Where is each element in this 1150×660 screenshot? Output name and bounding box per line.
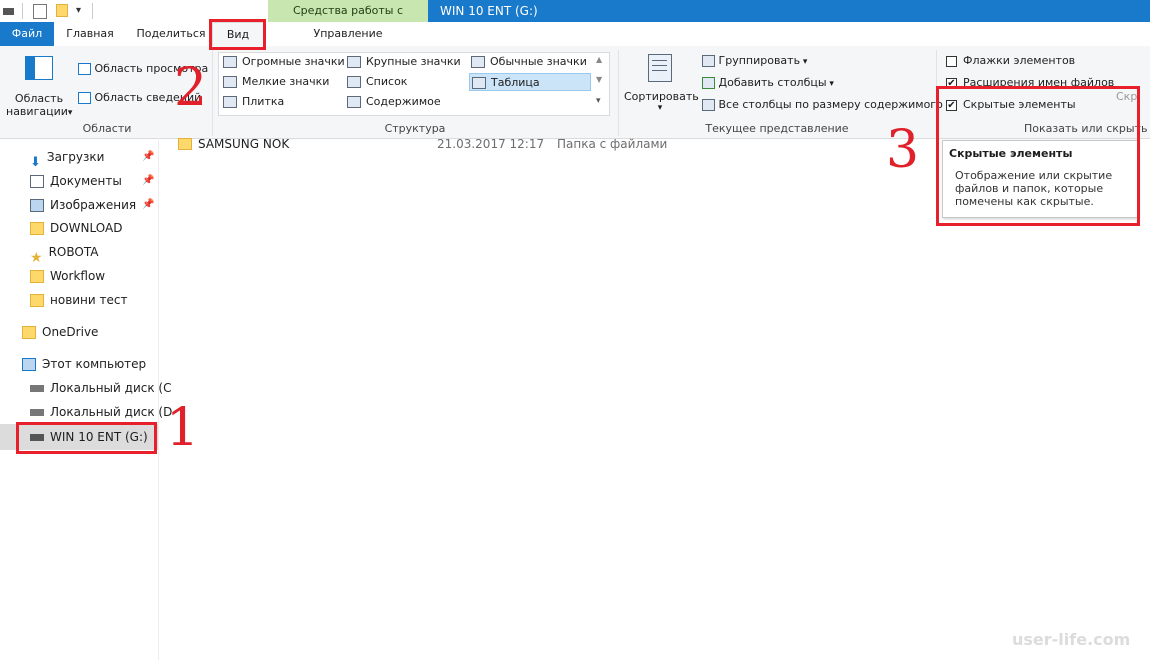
layout-extra-large-icons[interactable]: Огромные значки xyxy=(223,53,345,71)
large-icons-icon xyxy=(347,56,361,68)
chevron-down-icon: ▾ xyxy=(800,57,808,67)
layout-tiles[interactable]: Плитка xyxy=(223,93,284,111)
annotation-number-2: 2 xyxy=(174,58,208,118)
sort-by-label: Сортировать xyxy=(624,90,699,103)
details-pane-icon xyxy=(78,92,91,104)
pin-icon: 📌 xyxy=(142,175,155,186)
pin-icon: 📌 xyxy=(142,199,155,210)
table-row[interactable]: SAMSUNG NOK 21.03.2017 12:17 Папка с фай… xyxy=(178,135,738,153)
group-divider xyxy=(618,50,619,136)
small-icons-icon xyxy=(223,76,237,88)
extra-large-icons-icon xyxy=(223,56,237,68)
layout-content[interactable]: Содержимое xyxy=(347,93,441,111)
nav-item-documents[interactable]: Документы 📌 xyxy=(30,169,158,193)
file-type: Папка с файлами xyxy=(557,137,668,151)
context-tab-header: Средства работы с дисками xyxy=(268,0,428,39)
annotation-number-3: 3 xyxy=(886,120,920,180)
layout-large-icons[interactable]: Крупные значки xyxy=(347,53,461,71)
star-icon: ★ xyxy=(30,250,43,266)
gallery-expand-icon[interactable]: ▾ xyxy=(596,96,601,106)
window-title: WIN 10 ENT (G:) xyxy=(440,4,538,18)
navigation-pane-label-line2: навигации▾ xyxy=(6,105,73,118)
chevron-down-icon: ▾ xyxy=(826,79,834,89)
folder-icon xyxy=(22,326,36,339)
properties-icon[interactable] xyxy=(33,4,47,19)
divider xyxy=(22,3,23,19)
tab-manage[interactable]: Управление xyxy=(268,22,428,46)
group-label-current-view: Текущее представление xyxy=(705,122,849,135)
file-name: SAMSUNG NOK xyxy=(198,137,290,151)
layout-list[interactable]: Список xyxy=(347,73,407,91)
download-icon: ⬇ xyxy=(30,155,41,170)
add-columns-button[interactable]: Добавить столбцы ▾ xyxy=(702,76,834,89)
medium-icons-icon xyxy=(471,56,485,68)
chevron-down-icon[interactable]: ▾ xyxy=(76,5,81,16)
navigation-pane-label-line1: Область xyxy=(14,92,64,105)
list-icon xyxy=(347,76,361,88)
nav-item-this-pc[interactable]: Этот компьютер xyxy=(22,352,146,376)
drive-icon xyxy=(30,409,44,416)
details-icon xyxy=(472,77,486,89)
group-by-button[interactable]: Группировать ▾ xyxy=(702,54,807,67)
tab-home[interactable]: Главная xyxy=(58,22,122,46)
preview-pane-icon xyxy=(78,63,91,75)
nav-item-workflow[interactable]: Workflow xyxy=(30,264,105,288)
computer-icon xyxy=(22,358,36,371)
drive-icon[interactable] xyxy=(3,8,14,15)
divider xyxy=(92,3,93,19)
gallery-scroll-down-icon[interactable]: ▼ xyxy=(596,75,602,84)
checkbox-unchecked[interactable] xyxy=(946,55,957,67)
item-checkboxes-toggle[interactable]: Флажки элементов xyxy=(946,54,1075,67)
group-by-icon xyxy=(702,55,715,67)
folder-icon xyxy=(178,138,192,150)
group-divider xyxy=(212,50,213,136)
nav-item-novyny-test[interactable]: новини тест xyxy=(30,288,127,312)
group-label-panes: Области xyxy=(82,122,132,135)
nav-item-downloads[interactable]: ⬇ Загрузки 📌 xyxy=(30,145,158,170)
sort-icon xyxy=(648,54,672,82)
nav-item-drive-d[interactable]: Локальный диск (D xyxy=(30,400,172,424)
chevron-down-icon: ▾ xyxy=(657,103,663,113)
file-date: 21.03.2017 12:17 xyxy=(437,137,545,151)
layout-small-icons[interactable]: Мелкие значки xyxy=(223,73,329,91)
pin-icon: 📌 xyxy=(142,151,155,162)
folder-icon xyxy=(30,270,44,283)
tab-share[interactable]: Поделиться xyxy=(130,22,212,46)
chevron-down-icon: ▾ xyxy=(67,108,73,118)
annotation-box-hidden-items xyxy=(936,86,1140,226)
windows-drive-icon xyxy=(30,385,44,392)
nav-item-onedrive[interactable]: OneDrive xyxy=(22,320,98,344)
pictures-icon xyxy=(30,199,44,212)
annotation-box-view-tab xyxy=(209,19,266,50)
watermark: user-life.com xyxy=(1012,630,1131,649)
documents-icon xyxy=(30,175,44,188)
new-folder-icon[interactable] xyxy=(56,4,68,17)
tab-file[interactable]: Файл xyxy=(0,22,54,46)
tiles-icon xyxy=(223,96,237,108)
folder-icon xyxy=(30,294,44,307)
content-icon xyxy=(347,96,361,108)
nav-item-pictures[interactable]: Изображения 📌 xyxy=(30,193,158,217)
size-columns-icon xyxy=(702,99,715,111)
sort-by-button[interactable]: Сортировать ▾ xyxy=(624,54,699,116)
nav-item-drive-c[interactable]: Локальный диск (C xyxy=(30,376,171,400)
group-label-layout: Структура xyxy=(384,122,446,135)
layout-details[interactable]: Таблица xyxy=(469,73,591,91)
annotation-number-1: 1 xyxy=(166,398,200,458)
annotation-box-drive xyxy=(16,422,157,454)
add-columns-icon xyxy=(702,77,715,89)
layout-medium-icons[interactable]: Обычные значки xyxy=(471,53,587,71)
navigation-pane-icon xyxy=(25,56,53,80)
folder-icon xyxy=(30,222,44,235)
navigation-pane-button[interactable]: Область навигации▾ xyxy=(6,54,73,118)
nav-item-download-folder[interactable]: DOWNLOAD xyxy=(30,216,122,240)
size-all-columns-button[interactable]: Все столбцы по размеру содержимого xyxy=(702,98,943,111)
gallery-scroll-up-icon[interactable]: ▲ xyxy=(596,55,602,64)
nav-item-robota[interactable]: ★ ROBOTA xyxy=(30,240,98,266)
